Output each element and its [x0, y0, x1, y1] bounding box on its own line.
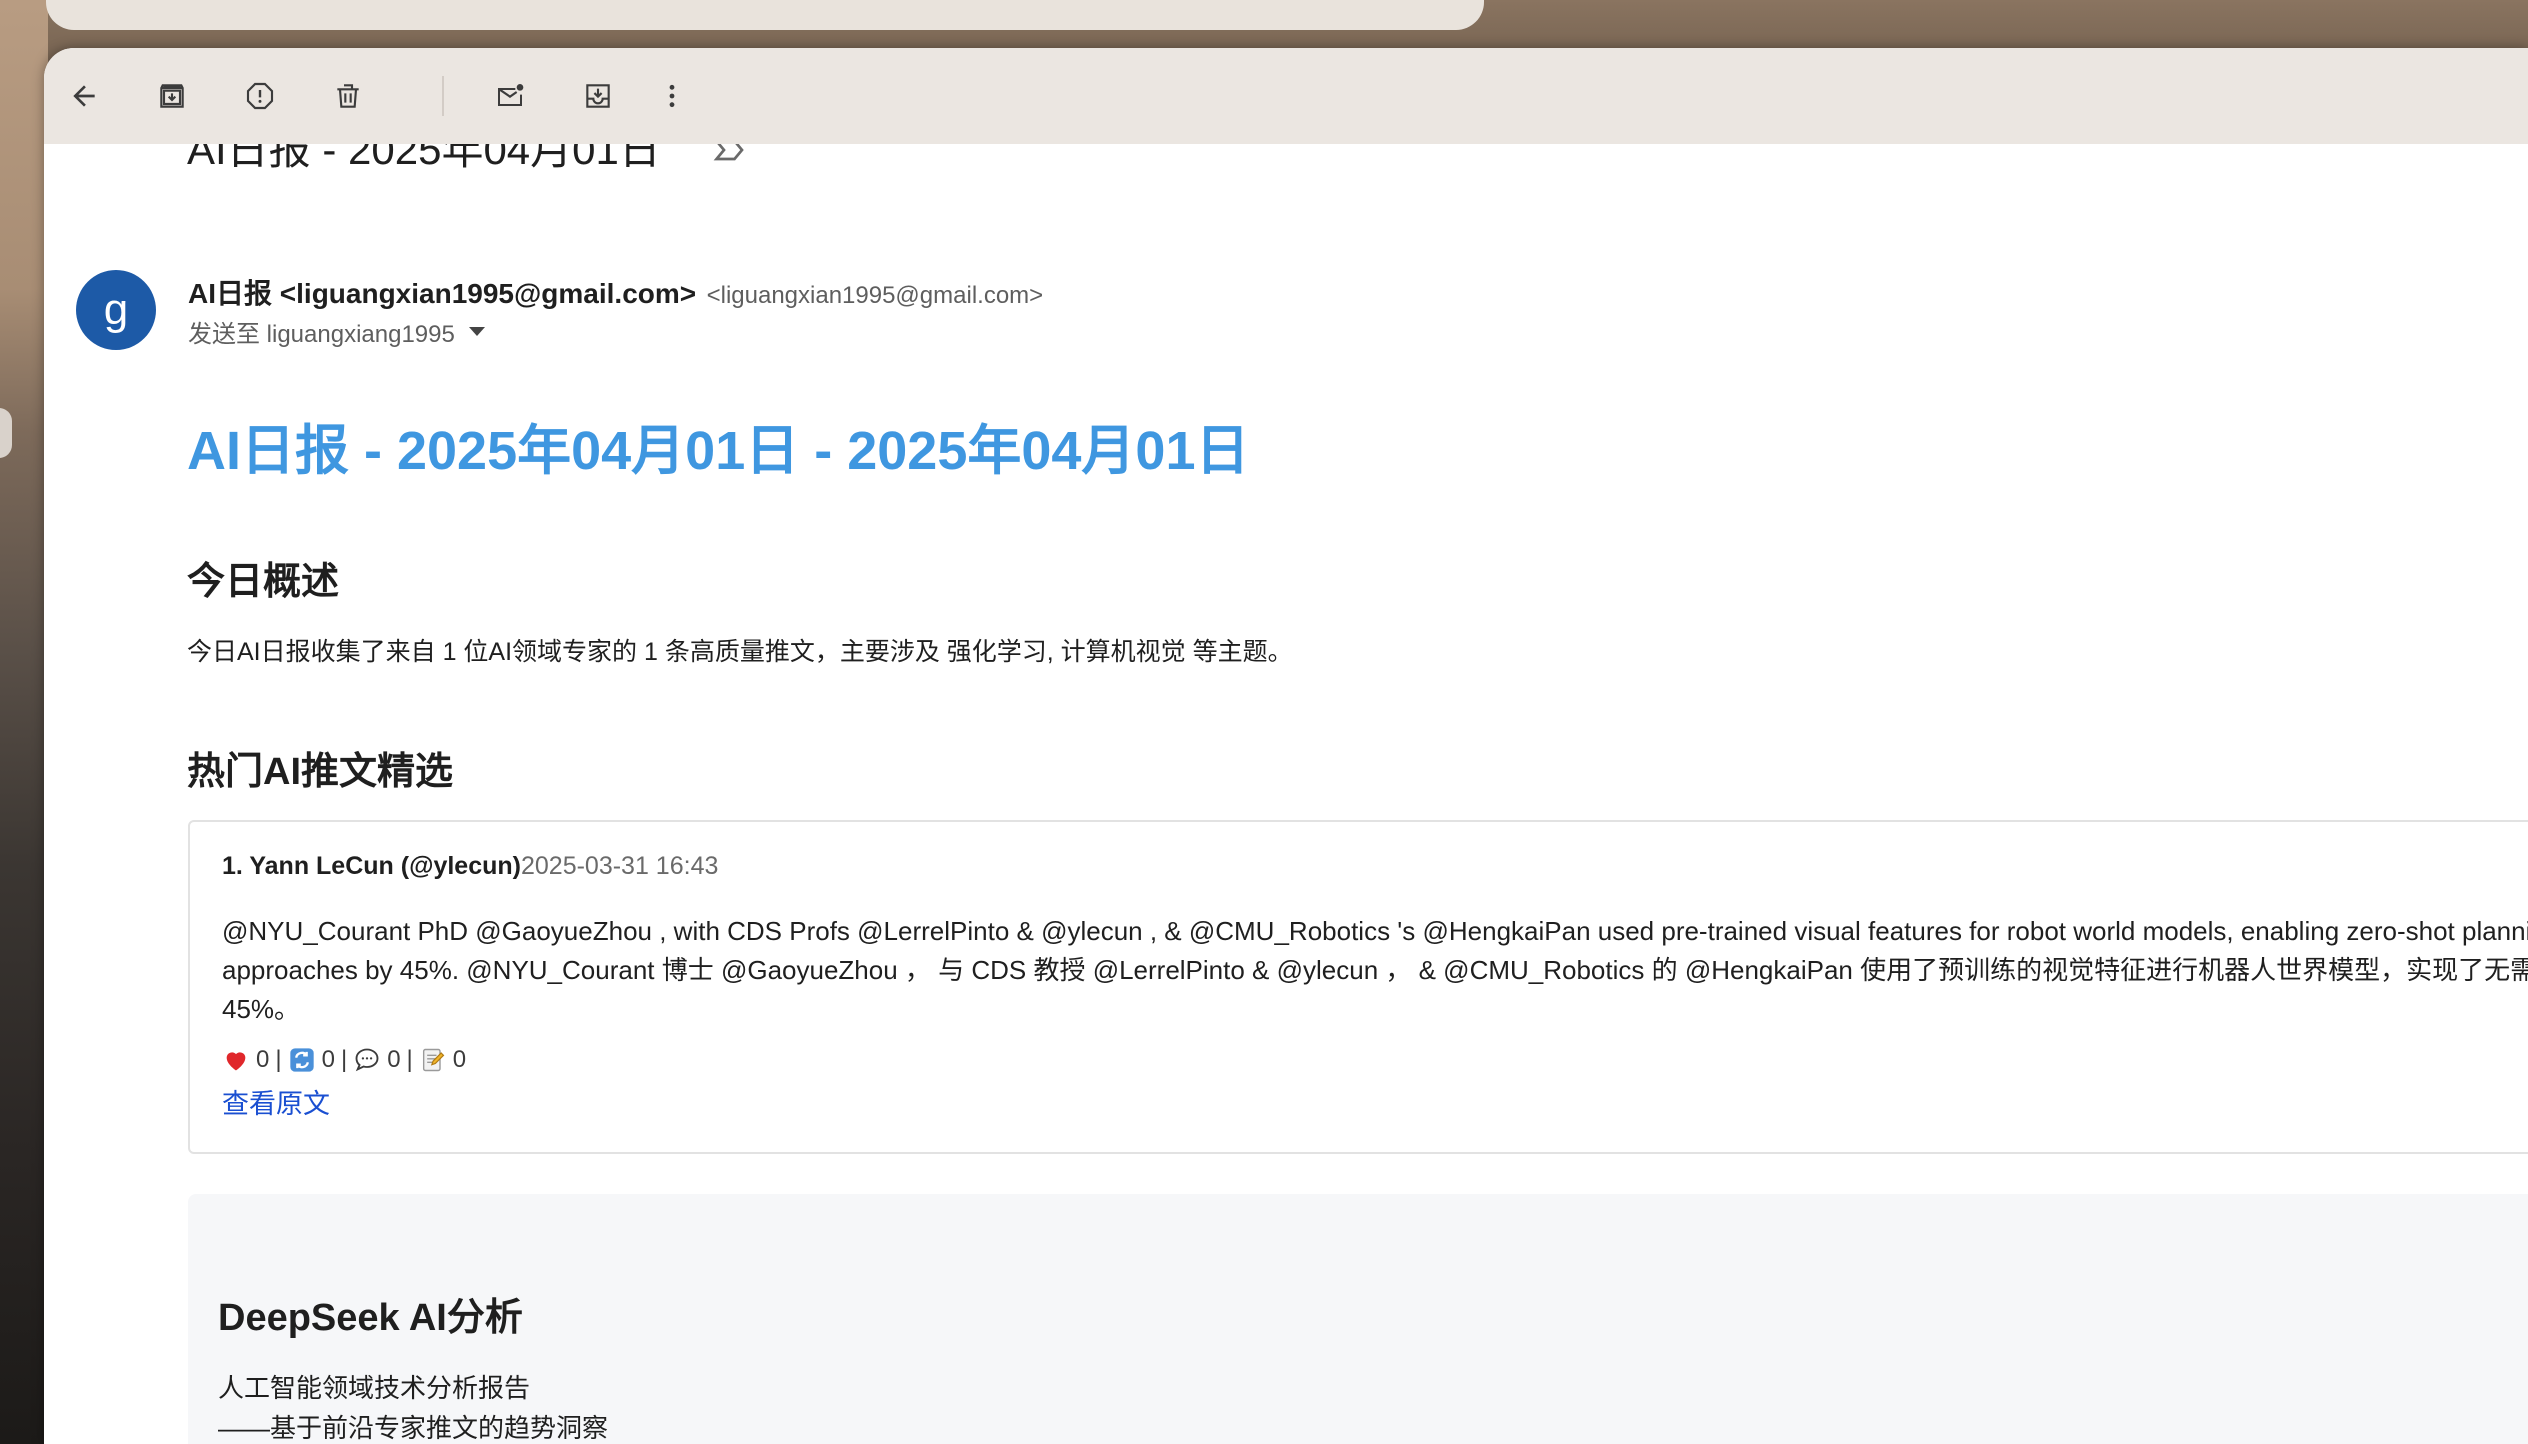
stats-separator: | — [340, 1046, 348, 1073]
recipient-details[interactable]: 发送至 liguangxiang1995 — [188, 314, 485, 349]
quotes-count: 0 — [452, 1046, 467, 1073]
speech-bubble-icon — [355, 1048, 379, 1072]
replies-count: 0 — [387, 1046, 401, 1073]
deepseek-analysis-section: DeepSeek AI分析 人工智能领域技术分析报告 ——基于前沿专家推文的趋势… — [188, 1194, 2528, 1444]
overview-heading: 今日概述 — [187, 561, 340, 603]
tweet-body: @NYU_Courant PhD @GaoyueZhou , with CDS … — [222, 912, 2528, 1029]
tweet-author: 1. Yann LeCun (@ylecun) — [222, 852, 521, 880]
more-vert-icon — [669, 84, 675, 108]
chevron-down-icon[interactable] — [468, 327, 485, 336]
analysis-report-subtitle: ——基于前沿专家推文的趋势洞察 — [218, 1413, 609, 1443]
back-button[interactable] — [60, 72, 108, 120]
background-window-edge — [46, 0, 1484, 30]
trash-icon — [337, 84, 359, 108]
sender-avatar[interactable]: g — [76, 270, 156, 350]
mark-unread-button[interactable] — [486, 72, 534, 120]
heart-icon — [226, 1052, 246, 1071]
tweet-stats: 0 | 0 | 0 | 0 — [222, 1046, 466, 1074]
tweet-header: 1. Yann LeCun (@ylecun)2025-03-31 16:43 — [222, 852, 718, 881]
retweet-icon — [289, 1048, 314, 1072]
sender-info: AI日报 <liguangxian1995@gmail.com> <liguan… — [188, 272, 1043, 312]
sender-name[interactable]: AI日报 <liguangxian1995@gmail.com> — [188, 278, 696, 309]
memo-icon — [422, 1048, 445, 1072]
email-toolbar — [44, 48, 2528, 144]
tweet-body-line: approaches by 45%. @NYU_Courant 博士 @Gaoy… — [222, 955, 2528, 985]
stats-separator: | — [275, 1046, 282, 1073]
desktop-wallpaper — [0, 0, 48, 1444]
sender-address: <liguangxian1995@gmail.com> — [706, 282, 1044, 309]
mark-unread-icon — [498, 84, 524, 106]
likes-count: 0 — [256, 1046, 270, 1073]
more-options-button[interactable] — [648, 72, 696, 120]
analysis-report-title: 人工智能领域技术分析报告 — [218, 1373, 531, 1403]
toolbar-divider — [442, 76, 444, 116]
email-body-title: AI日报 - 2025年04月01日 - 2025年04月01日 — [187, 421, 1250, 481]
report-spam-button[interactable] — [236, 72, 284, 120]
report-spam-icon — [246, 82, 274, 110]
back-arrow-icon — [73, 85, 95, 107]
tweet-body-line: @NYU_Courant PhD @GaoyueZhou , with CDS … — [222, 916, 2528, 946]
analysis-heading: DeepSeek AI分析 — [218, 1297, 523, 1339]
tweet-body-line: 45%。 — [222, 994, 301, 1024]
move-to-inbox-icon — [586, 84, 610, 108]
email-window: AI日报 - 2025年04月01日 g AI日报 <liguangxian19… — [44, 48, 2528, 1444]
window-edge-handle[interactable] — [0, 408, 12, 458]
stats-separator: | — [406, 1046, 413, 1073]
email-content: AI日报 - 2025年04月01日 g AI日报 <liguangxian19… — [44, 126, 2528, 1444]
archive-icon — [160, 84, 184, 108]
view-original-link[interactable]: 查看原文 — [222, 1082, 330, 1121]
move-to-button[interactable] — [574, 72, 622, 120]
tweet-timestamp: 2025-03-31 16:43 — [520, 852, 719, 880]
archive-button[interactable] — [148, 72, 196, 120]
recipient-text: 发送至 liguangxiang1995 — [188, 321, 455, 348]
tweet-card: 1. Yann LeCun (@ylecun)2025-03-31 16:43 … — [188, 820, 2528, 1154]
retweets-count: 0 — [321, 1046, 335, 1073]
overview-text: 今日AI日报收集了来自 1 位AI领域专家的 1 条高质量推文，主要涉及 强化学… — [187, 638, 1293, 666]
delete-button[interactable] — [324, 72, 372, 120]
featured-tweets-heading: 热门AI推文精选 — [187, 751, 454, 793]
